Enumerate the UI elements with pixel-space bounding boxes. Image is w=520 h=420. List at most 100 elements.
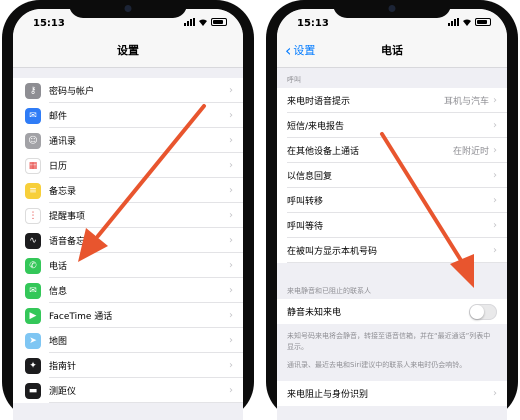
left-screen: 15:13 设置 ⚷ 密码与帐户 › ✉ 邮件 › ☺ 通讯录 › ▦ 日历 › ≡ 备忘录 › ⋮ 提醒事项 ›… bbox=[13, 9, 243, 420]
nav-bar: ‹ 设置 电话 bbox=[277, 39, 507, 68]
calls-row-label: 在其他设备上通话 bbox=[287, 147, 360, 157]
settings-row-label: 通讯录 bbox=[49, 137, 77, 147]
settings-row[interactable]: ⋮ 提醒事项 › bbox=[13, 203, 243, 228]
chevron-right-icon: › bbox=[229, 210, 233, 221]
chevron-right-icon: › bbox=[493, 388, 497, 399]
phone-icon: ✆ bbox=[25, 257, 41, 274]
mail-icon: ✉ bbox=[25, 107, 41, 124]
calls-row[interactable]: 来电时语音提示 耳机与汽车 › bbox=[277, 88, 507, 113]
settings-row[interactable]: ▦ 日历 › bbox=[13, 153, 243, 178]
settings-row[interactable]: ✆ 电话 › bbox=[13, 253, 243, 278]
voice-memos-icon: ∿ bbox=[25, 232, 41, 249]
chevron-right-icon: › bbox=[493, 120, 497, 131]
settings-row[interactable]: ∿ 语音备忘录 › bbox=[13, 228, 243, 253]
calls-row[interactable]: 在其他设备上通话 在附近时 › bbox=[277, 138, 507, 163]
chevron-right-icon: › bbox=[493, 195, 497, 206]
wifi-icon bbox=[463, 19, 471, 26]
calls-row-label: 短信/来电报告 bbox=[287, 122, 345, 132]
blocking-label: 来电阻止与身份识别 bbox=[287, 390, 369, 400]
chevron-right-icon: › bbox=[493, 220, 497, 231]
chevron-right-icon: › bbox=[229, 285, 233, 296]
settings-row[interactable]: ▬ 测距仪 › bbox=[13, 378, 243, 403]
status-icons bbox=[448, 18, 491, 26]
blocking-list: 来电阻止与身份识别 › bbox=[277, 381, 507, 406]
settings-row-label: 备忘录 bbox=[49, 187, 77, 197]
footnote-contacts: 通讯录、最近去电和Siri建议中的联系人来电时仍会响铃。 bbox=[287, 361, 467, 369]
footnote-silence: 未知号码来电将会静音，转接至语音信箱，并在“最近通话”列表中显示。 bbox=[287, 332, 491, 351]
settings-row-label: 语音备忘录 bbox=[49, 237, 95, 247]
calls-row[interactable]: 短信/来电报告 › bbox=[277, 113, 507, 138]
chevron-right-icon: › bbox=[229, 85, 233, 96]
blocking-row[interactable]: 来电阻止与身份识别 › bbox=[277, 381, 507, 406]
settings-row[interactable]: ▶ FaceTime 通话 › bbox=[13, 303, 243, 328]
silence-unknown-label: 静音未知来电 bbox=[287, 308, 342, 318]
contacts-icon: ☺ bbox=[25, 132, 41, 149]
section-header-silence: 来电静音和已阻止的联系人 bbox=[287, 287, 371, 295]
chevron-right-icon: › bbox=[493, 145, 497, 156]
settings-row-label: 密码与帐户 bbox=[49, 87, 95, 97]
calls-row[interactable]: 以信息回复 › bbox=[277, 163, 507, 188]
nav-bar: 设置 bbox=[13, 39, 243, 68]
settings-row-label: 日历 bbox=[49, 162, 68, 172]
compass-icon: ✦ bbox=[25, 357, 41, 374]
calls-row-label: 呼叫等待 bbox=[287, 222, 324, 232]
silence-unknown-row[interactable]: 静音未知来电 bbox=[277, 299, 507, 324]
calls-row[interactable]: 呼叫转移 › bbox=[277, 188, 507, 213]
chevron-right-icon: › bbox=[229, 160, 233, 171]
status-time: 15:13 bbox=[33, 18, 65, 29]
settings-row[interactable]: ≡ 备忘录 › bbox=[13, 178, 243, 203]
chevron-right-icon: › bbox=[229, 310, 233, 321]
settings-row[interactable]: ✦ 指南针 › bbox=[13, 353, 243, 378]
silence-unknown-toggle[interactable] bbox=[469, 303, 497, 320]
back-button[interactable]: ‹ 设置 bbox=[285, 39, 315, 63]
settings-row[interactable]: ➤ 地图 › bbox=[13, 328, 243, 353]
settings-row-label: 提醒事项 bbox=[49, 212, 86, 222]
calendar-icon: ▦ bbox=[25, 157, 41, 174]
settings-row-label: 地图 bbox=[49, 337, 68, 347]
status-icons bbox=[184, 18, 227, 26]
calls-row-value: 在附近时 bbox=[452, 147, 489, 157]
calls-row[interactable]: 在被叫方显示本机号码 › bbox=[277, 238, 507, 263]
calls-row-label: 来电时语音提示 bbox=[287, 97, 351, 107]
settings-row-label: 电话 bbox=[49, 262, 68, 272]
settings-row[interactable]: ✉ 邮件 › bbox=[13, 103, 243, 128]
status-time: 15:13 bbox=[297, 18, 329, 29]
chevron-right-icon: › bbox=[229, 385, 233, 396]
settings-list: ⚷ 密码与帐户 › ✉ 邮件 › ☺ 通讯录 › ▦ 日历 › ≡ 备忘录 › ⋮ 提醒事项 › ∿ 语音备忘录 › ✆ 电… bbox=[13, 78, 243, 403]
chevron-left-icon: ‹ bbox=[285, 41, 292, 60]
page-title: 设置 bbox=[117, 44, 139, 57]
settings-row[interactable]: ✉ 信息 › bbox=[13, 278, 243, 303]
chevron-right-icon: › bbox=[229, 235, 233, 246]
back-label: 设置 bbox=[293, 44, 316, 57]
calls-row-label: 在被叫方显示本机号码 bbox=[287, 247, 378, 257]
left-phone-frame: 15:13 设置 ⚷ 密码与帐户 › ✉ 邮件 › ☺ 通讯录 › ▦ 日历 › ≡ 备忘录 › ⋮ 提醒事项 ›… bbox=[2, 0, 254, 420]
signal-icon bbox=[448, 18, 459, 26]
front-camera-icon bbox=[388, 5, 396, 12]
reminders-icon: ⋮ bbox=[25, 207, 41, 224]
calls-list: 来电时语音提示 耳机与汽车 › 短信/来电报告 › 在其他设备上通话 在附近时 › 以信息回复 ›… bbox=[277, 88, 507, 263]
settings-row-label: 指南针 bbox=[49, 362, 77, 372]
settings-row-label: 信息 bbox=[49, 287, 68, 297]
settings-row-label: FaceTime 通话 bbox=[49, 312, 113, 322]
chevron-right-icon: › bbox=[493, 170, 497, 181]
settings-row[interactable]: ☺ 通讯录 › bbox=[13, 128, 243, 153]
calls-row-value: 耳机与汽车 bbox=[443, 97, 489, 107]
chevron-right-icon: › bbox=[229, 360, 233, 371]
calls-row-label: 呼叫转移 bbox=[287, 197, 324, 207]
row-divider bbox=[49, 402, 243, 403]
right-phone-frame: 15:13 ‹ 设置 电话 呼叫 来电时语音提示 耳机与汽车 › 短信/来电报告 › 在其… bbox=[266, 0, 518, 420]
chevron-right-icon: › bbox=[493, 245, 497, 256]
right-screen: 15:13 ‹ 设置 电话 呼叫 来电时语音提示 耳机与汽车 › 短信/来电报告 › 在其… bbox=[277, 9, 507, 420]
chevron-right-icon: › bbox=[229, 260, 233, 271]
settings-row[interactable]: ⚷ 密码与帐户 › bbox=[13, 78, 243, 103]
chevron-right-icon: › bbox=[229, 185, 233, 196]
notes-icon: ≡ bbox=[25, 182, 41, 199]
row-divider bbox=[287, 262, 507, 263]
silence-list: 静音未知来电 bbox=[277, 299, 507, 324]
section-header-calls: 呼叫 bbox=[287, 76, 301, 84]
calls-row[interactable]: 呼叫等待 › bbox=[277, 213, 507, 238]
chevron-right-icon: › bbox=[229, 335, 233, 346]
battery-icon bbox=[211, 18, 227, 26]
calls-row-label: 以信息回复 bbox=[287, 172, 333, 182]
signal-icon bbox=[184, 18, 195, 26]
